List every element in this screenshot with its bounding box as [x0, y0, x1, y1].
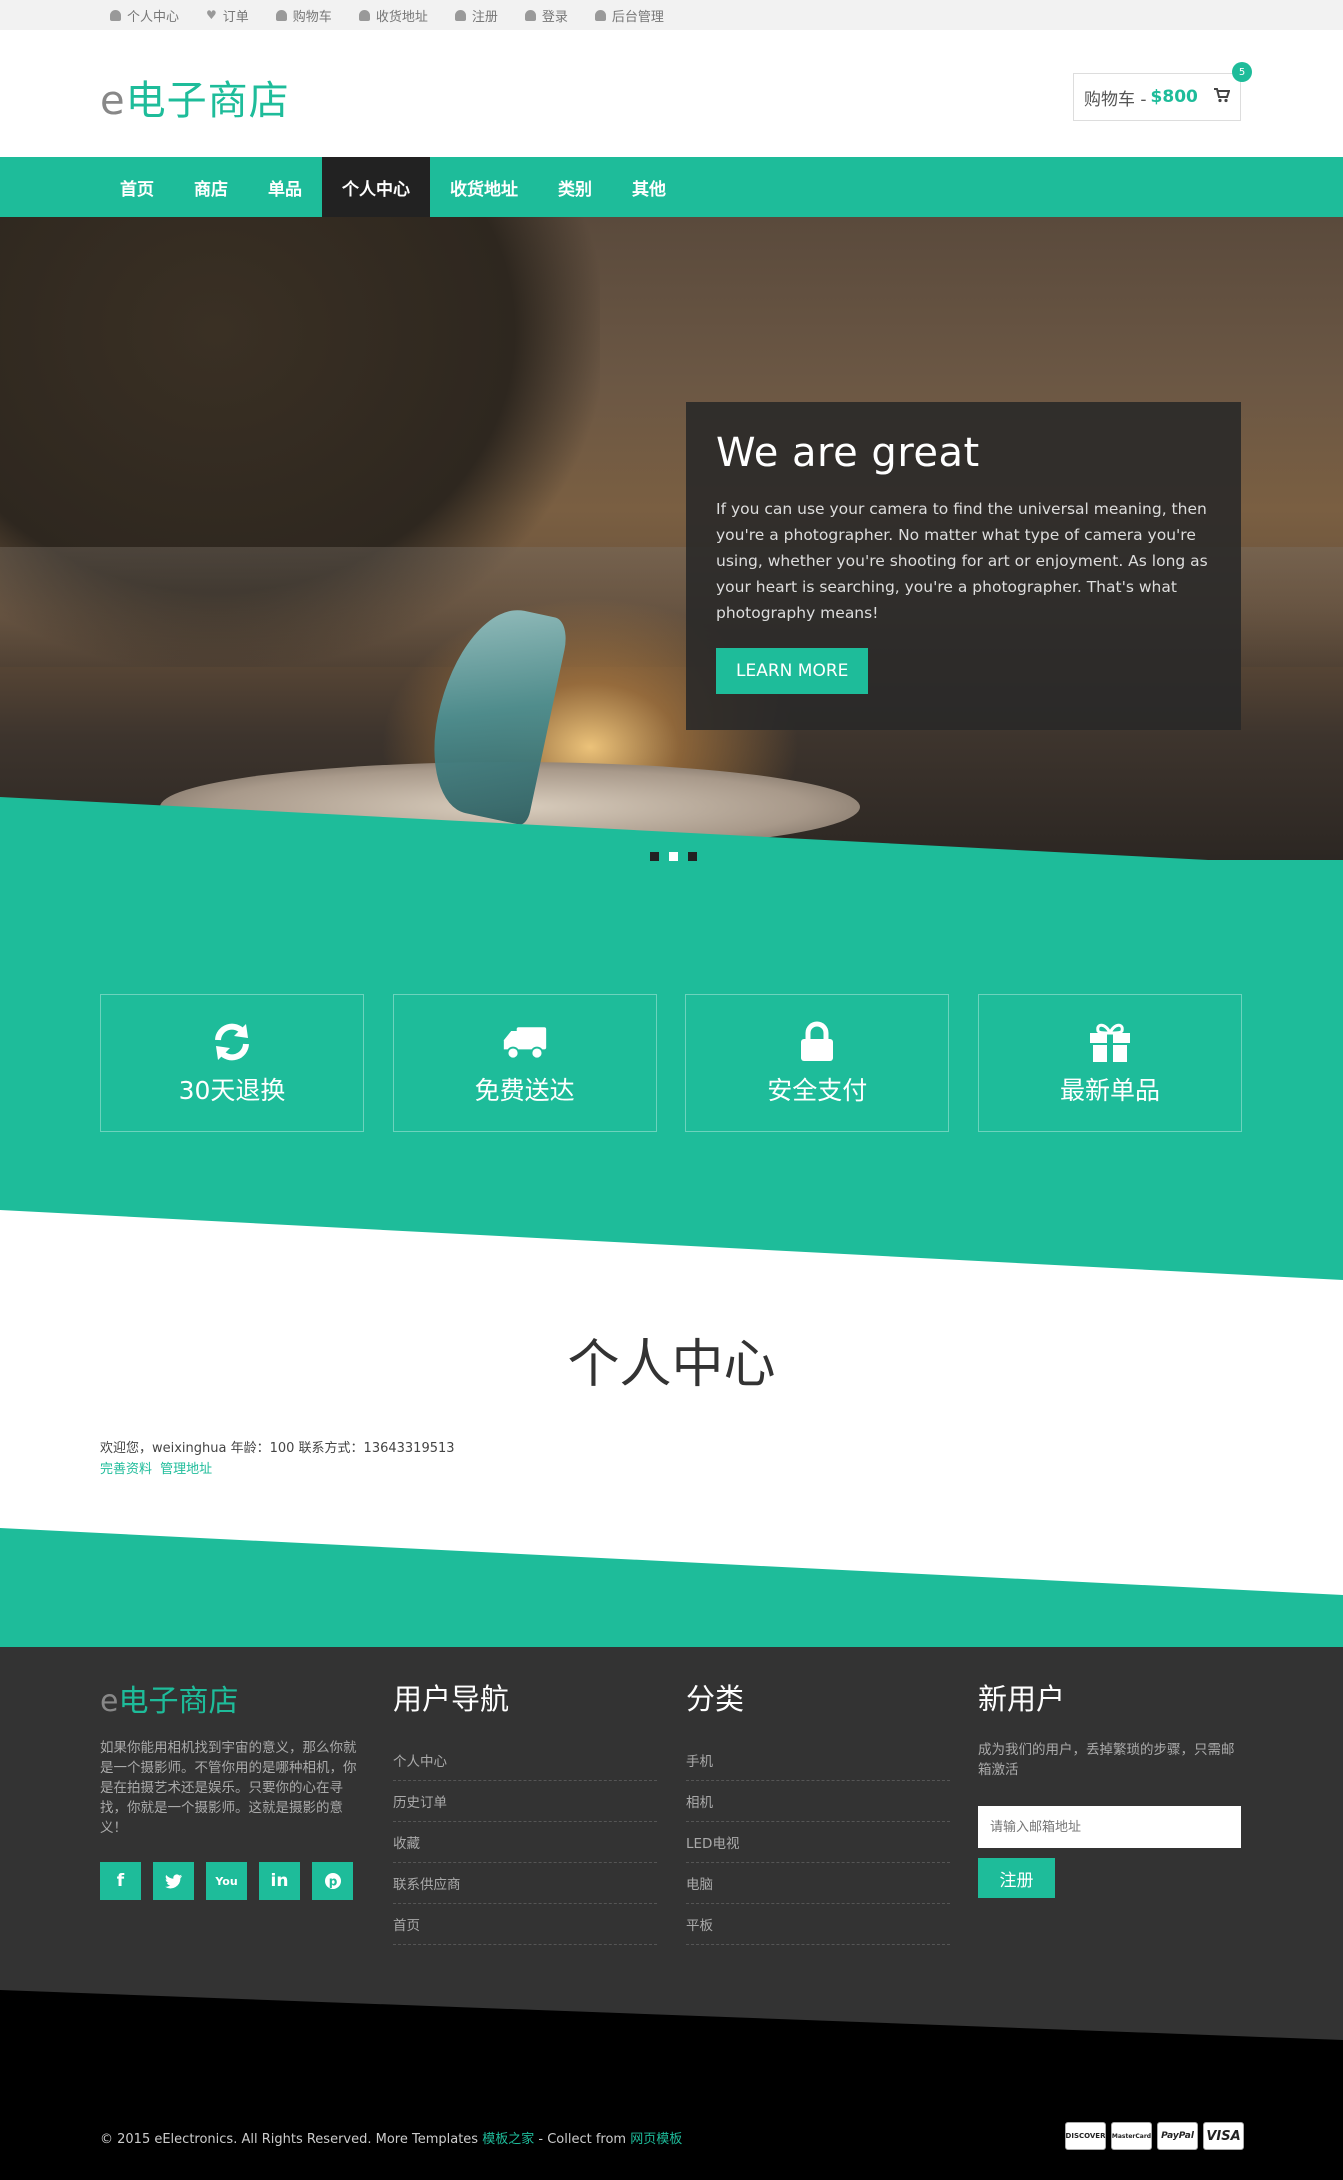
email-input[interactable]: [978, 1806, 1241, 1848]
user-icon: [594, 9, 606, 21]
footer-nav-item[interactable]: 收藏: [393, 1822, 657, 1863]
top-link-cart[interactable]: 购物车: [275, 6, 332, 25]
footer-nav-item[interactable]: 历史订单: [393, 1781, 657, 1822]
nav-profile[interactable]: 个人中心: [322, 157, 430, 217]
copyright: © 2015 eElectronics. All Rights Reserved…: [100, 2132, 683, 2147]
pinterest-glyph: p: [328, 1875, 337, 1889]
user-icon: [454, 9, 466, 21]
footer-cat-list: 手机 相机 LED电视 电脑 平板: [686, 1740, 950, 1945]
footer-cat-item[interactable]: 平板: [686, 1904, 950, 1945]
nav-other[interactable]: 其他: [612, 157, 686, 217]
user-icon: [110, 9, 121, 21]
nav-address[interactable]: 收货地址: [430, 157, 538, 217]
top-link-login[interactable]: 登录: [524, 6, 568, 25]
nav-single[interactable]: 单品: [248, 157, 322, 217]
payment-methods: DISCOVER MasterCard PayPal VISA: [1065, 2122, 1244, 2150]
footer-categories: 分类 手机 相机 LED电视 电脑 平板: [686, 1676, 950, 1945]
heart-icon: ♥: [206, 8, 217, 22]
page-title: 个人中心: [567, 1335, 776, 1395]
feature-delivery-label: 免费送达: [474, 1076, 575, 1105]
nav-home[interactable]: 首页: [100, 157, 174, 217]
feature-new-items: 最新单品: [977, 994, 1242, 1132]
slider-dot-1[interactable]: [650, 852, 659, 861]
discover-icon: DISCOVER: [1065, 2122, 1106, 2150]
top-link-admin[interactable]: 后台管理: [594, 6, 664, 25]
footer-user-nav: 用户导航 个人中心 历史订单 收藏 联系供应商 首页: [393, 1676, 657, 1945]
feature-secure-pay-label: 安全支付: [767, 1076, 868, 1105]
facebook-icon[interactable]: f: [100, 1862, 141, 1900]
user-icon: [275, 9, 287, 21]
footer-nav-item[interactable]: 个人中心: [393, 1740, 657, 1781]
nav-category[interactable]: 类别: [538, 157, 612, 217]
feature-new-items-label: 最新单品: [1059, 1076, 1160, 1105]
top-link-register[interactable]: 注册: [454, 6, 498, 25]
top-link-profile[interactable]: 个人中心: [110, 6, 179, 25]
footer-nav-item[interactable]: 联系供应商: [393, 1863, 657, 1904]
truck-icon: [502, 1019, 548, 1065]
user-info: 欢迎您，weixinghua 年龄：100 联系方式：13643319513: [100, 1441, 455, 1456]
footer-cat-title: 分类: [686, 1682, 745, 1716]
gift-icon: [1087, 1019, 1133, 1065]
paypal-icon: PayPal: [1157, 2122, 1198, 2150]
footer-description: 如果你能用相机找到宇宙的意义，那么你就是一个摄影师。不管你用的是哪种相机，你是在…: [100, 1740, 357, 1836]
pinterest-icon[interactable]: p: [312, 1862, 353, 1900]
slider-dot-3[interactable]: [688, 852, 697, 861]
slider-dot-2[interactable]: [669, 852, 678, 861]
social-links: f You in p: [100, 1862, 358, 1900]
hero-caption: We are great If you can use your camera …: [686, 402, 1241, 730]
learn-more-button[interactable]: LEARN MORE: [716, 648, 869, 694]
hero-text: If you can use your camera to find the u…: [716, 500, 1208, 622]
footer-nav-title: 用户导航: [393, 1682, 510, 1716]
templates-link[interactable]: 模板之家: [482, 2132, 534, 2147]
user-actions: 完善资料 管理地址: [100, 1458, 216, 1477]
top-bar: 个人中心 ♥ 订单 购物车 收货地址 注册 登录 后台管理: [0, 0, 1343, 30]
feature-delivery: 免费送达: [392, 994, 657, 1132]
youtube-icon[interactable]: You: [206, 1862, 247, 1900]
lock-icon: [794, 1019, 840, 1065]
refresh-icon: [209, 1019, 255, 1065]
footer-slant: [0, 1990, 1343, 2040]
main-nav: 首页 商店 单品 个人中心 收货地址 类别 其他: [0, 157, 1343, 217]
top-link-address[interactable]: 收货地址: [358, 6, 428, 25]
register-button[interactable]: 注册: [978, 1858, 1055, 1898]
footer-cat-item[interactable]: 电脑: [686, 1863, 950, 1904]
footer-cat-item[interactable]: 相机: [686, 1781, 950, 1822]
manage-address-link[interactable]: 管理地址: [160, 1462, 212, 1477]
site-logo[interactable]: e电子商店: [100, 68, 290, 126]
feature-secure-pay: 安全支付: [685, 994, 950, 1132]
user-icon: [524, 9, 536, 21]
cart-count-badge: 5: [1232, 62, 1252, 82]
webpage-templates-link[interactable]: 网页模板: [630, 2132, 682, 2147]
site-header: e电子商店 购物车 - $800 5: [0, 30, 1343, 157]
footer-nav-list: 个人中心 历史订单 收藏 联系供应商 首页: [393, 1740, 657, 1945]
cart-button[interactable]: 购物车 - $800 5: [1073, 62, 1252, 121]
cart-amount: $800: [1150, 87, 1198, 107]
feature-returns: 30天退换: [100, 994, 364, 1132]
slider-dots: [650, 852, 697, 861]
edit-profile-link[interactable]: 完善资料: [100, 1462, 152, 1477]
mastercard-icon: MasterCard: [1111, 2122, 1152, 2150]
footer-about: e电子商店 如果你能用相机找到宇宙的意义，那么你就是一个摄影师。不管你用的是哪种…: [100, 1676, 358, 1900]
section-slant-top: [0, 1210, 1343, 1285]
section-slant-bottom: [0, 1520, 1343, 1595]
feature-returns-label: 30天退换: [178, 1076, 286, 1105]
linkedin-icon[interactable]: in: [259, 1862, 300, 1900]
top-links: 个人中心 ♥ 订单 购物车 收货地址 注册 登录 后台管理: [110, 0, 691, 30]
hero-title: We are great: [716, 430, 980, 476]
top-link-orders[interactable]: ♥ 订单: [206, 6, 249, 25]
shopping-cart-icon: [1214, 88, 1231, 107]
features-row: 30天退换 免费送达 安全支付 最新单品: [100, 994, 1242, 1132]
footer-nav-item[interactable]: 首页: [393, 1904, 657, 1945]
user-icon: [358, 9, 370, 21]
footer-logo[interactable]: e电子商店: [100, 1676, 358, 1720]
twitter-icon[interactable]: [153, 1862, 194, 1900]
footer-cat-item[interactable]: LED电视: [686, 1822, 950, 1863]
visa-icon: VISA: [1203, 2122, 1244, 2150]
footer-new-title: 新用户: [978, 1682, 1066, 1716]
footer-new-desc: 成为我们的用户，丢掉繁琐的步骤，只需邮箱激活: [978, 1742, 1235, 1778]
cart-label: 购物车 -: [1084, 89, 1147, 110]
footer-cat-item[interactable]: 手机: [686, 1740, 950, 1781]
nav-shop[interactable]: 商店: [174, 157, 248, 217]
footer-newsletter: 新用户 成为我们的用户，丢掉繁琐的步骤，只需邮箱激活 注册: [978, 1676, 1242, 1898]
